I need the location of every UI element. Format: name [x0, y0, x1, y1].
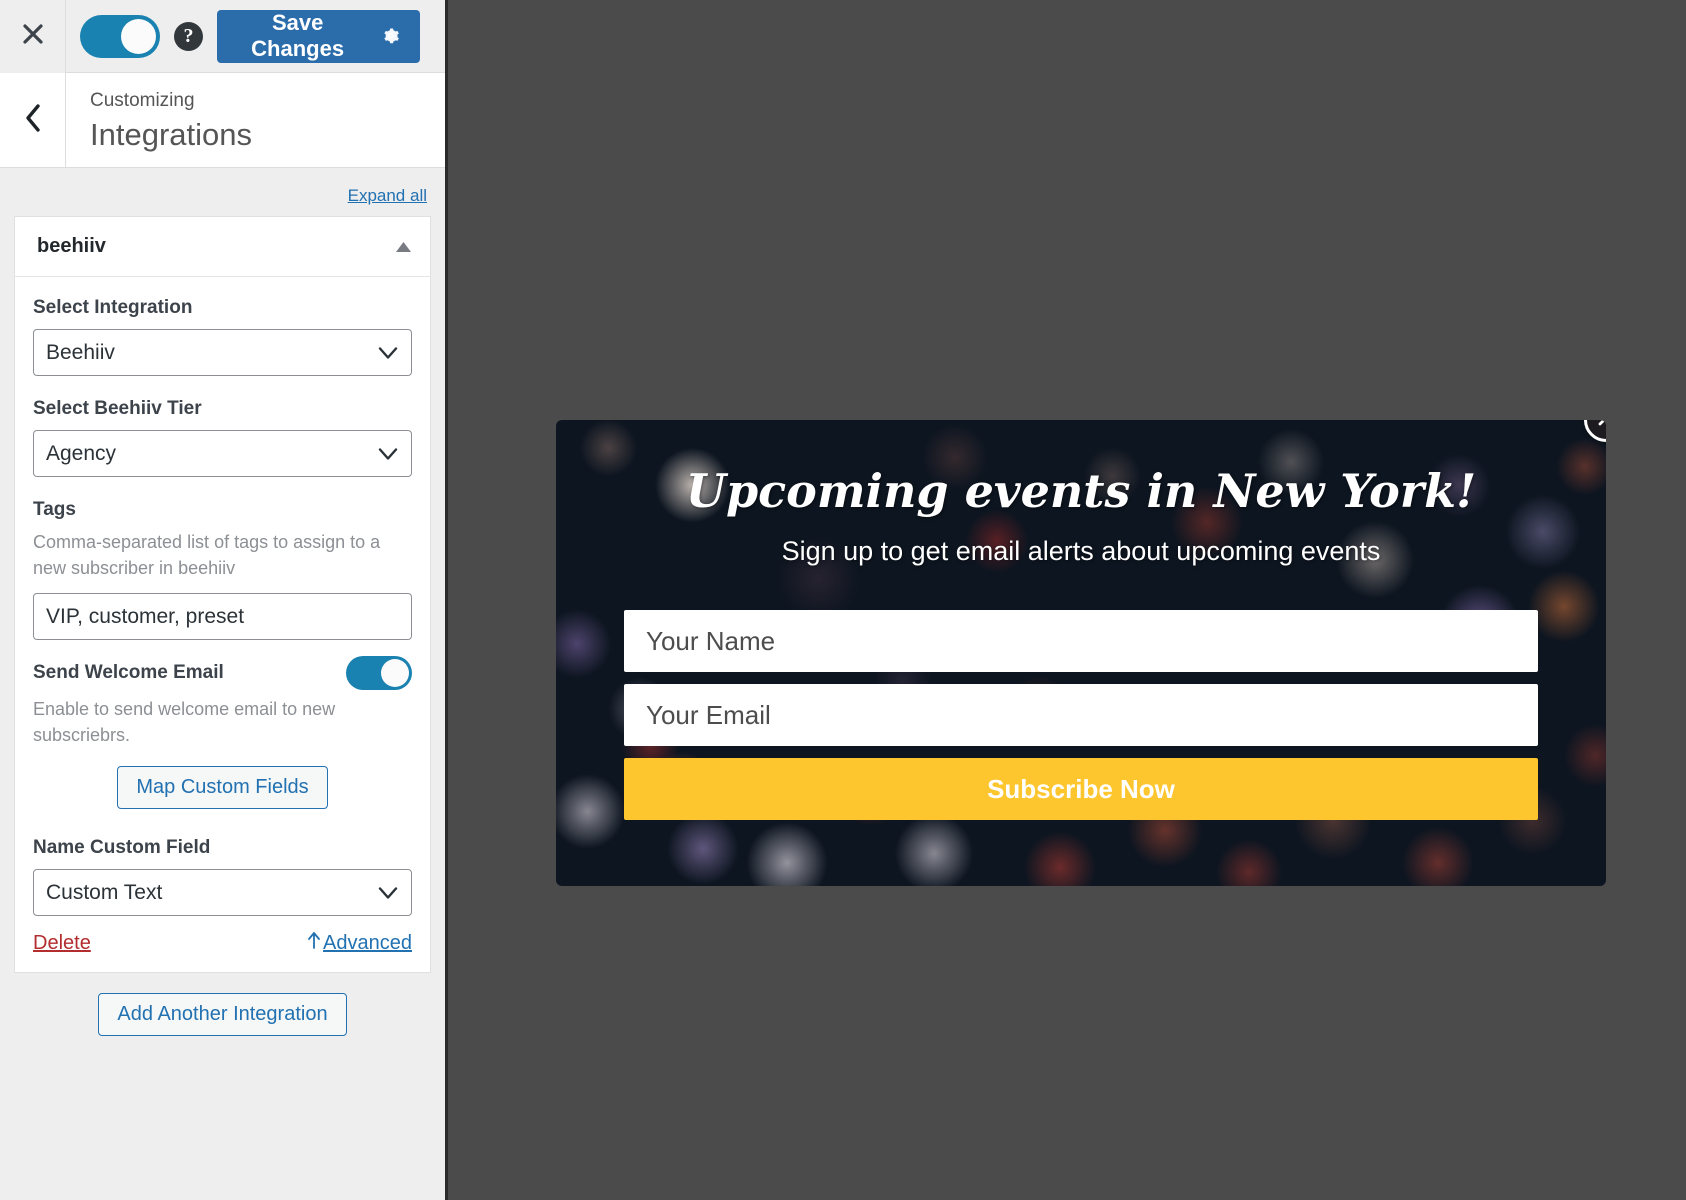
accordion-header[interactable]: beehiiv	[15, 217, 430, 277]
select-integration-wrap: Beehiiv	[33, 329, 412, 376]
advanced-link[interactable]: Advanced	[306, 930, 412, 956]
customizer-titles: Customizing Integrations	[66, 73, 252, 167]
help-icon[interactable]: ?	[174, 21, 203, 51]
popup-title: Upcoming events in New York!	[685, 464, 1477, 518]
tags-label: Tags	[33, 499, 76, 520]
gear-icon	[382, 25, 400, 47]
accordion-title: beehiiv	[37, 235, 106, 257]
site-preview-canvas: Upcoming events in New York! Sign up to …	[448, 0, 1686, 1200]
name-custom-field-wrap: Custom Text	[33, 869, 412, 916]
customizer-sidebar: ? Save Changes Customizing Integrations	[0, 0, 448, 1200]
add-another-integration-button[interactable]: Add Another Integration	[98, 993, 347, 1036]
popup-email-input[interactable]	[624, 684, 1538, 746]
advanced-label: Advanced	[323, 931, 412, 954]
select-tier-wrap: Agency	[33, 430, 412, 477]
accordion-content: Select Integration Beehiiv Select Beehii…	[15, 277, 430, 972]
popup-content: Upcoming events in New York! Sign up to …	[556, 420, 1606, 886]
add-integration-row: Add Another Integration	[14, 987, 431, 1036]
select-tier-dropdown[interactable]: Agency	[33, 430, 412, 477]
delete-link[interactable]: Delete	[33, 932, 91, 955]
popup-name-input[interactable]	[624, 610, 1538, 672]
name-custom-field-dropdown[interactable]: Custom Text	[33, 869, 412, 916]
tags-description: Comma-separated list of tags to assign t…	[33, 532, 381, 578]
customizer-toolbar: ? Save Changes	[0, 0, 445, 73]
map-custom-fields-row: Map Custom Fields	[33, 766, 412, 809]
accordion-footer: Delete Advanced	[33, 930, 412, 956]
select-integration-dropdown[interactable]: Beehiiv	[33, 329, 412, 376]
arrow-up-icon	[306, 930, 322, 956]
close-icon	[21, 22, 45, 51]
back-button[interactable]	[0, 73, 66, 167]
welcome-email-label: Send Welcome Email	[33, 662, 224, 683]
customizer-panel-body: Expand all beehiiv Select Integration Be…	[0, 168, 445, 1200]
welcome-email-toggle[interactable]	[346, 656, 412, 690]
save-changes-button[interactable]: Save Changes	[217, 9, 420, 63]
customizer-app: ? Save Changes Customizing Integrations	[0, 0, 1686, 1200]
subscribe-now-button[interactable]: Subscribe Now	[624, 758, 1538, 820]
select-integration-label: Select Integration	[33, 297, 193, 318]
triangle-up-icon[interactable]	[395, 241, 412, 253]
select-tier-label: Select Beehiiv Tier	[33, 398, 202, 419]
name-custom-field-label: Name Custom Field	[33, 837, 211, 858]
breadcrumb: Customizing	[90, 90, 195, 111]
expand-all-link[interactable]: Expand all	[348, 186, 427, 205]
save-changes-label: Save Changes	[251, 10, 345, 61]
map-custom-fields-button[interactable]: Map Custom Fields	[117, 766, 328, 809]
integration-accordion: beehiiv Select Integration Beehiiv Selec…	[14, 216, 431, 973]
tags-input[interactable]	[33, 593, 412, 640]
tags-input-wrap	[33, 593, 412, 640]
chevron-left-icon	[22, 103, 44, 138]
page-title: Integrations	[90, 117, 252, 152]
popup-subtitle: Sign up to get email alerts about upcomi…	[781, 536, 1381, 566]
customizer-title-bar: Customizing Integrations	[0, 73, 445, 168]
expand-all-row: Expand all	[14, 168, 431, 216]
toolbar-actions: ? Save Changes	[66, 0, 445, 73]
welcome-email-description: Enable to send welcome email to new subs…	[33, 699, 336, 745]
device-preview-toggle[interactable]	[80, 14, 160, 58]
popup-signup-form: Subscribe Now	[624, 610, 1538, 820]
close-customizer-button[interactable]	[0, 0, 66, 73]
close-icon	[1597, 420, 1606, 432]
welcome-email-row: Send Welcome Email	[33, 656, 412, 690]
subscribe-popup: Upcoming events in New York! Sign up to …	[556, 420, 1606, 886]
